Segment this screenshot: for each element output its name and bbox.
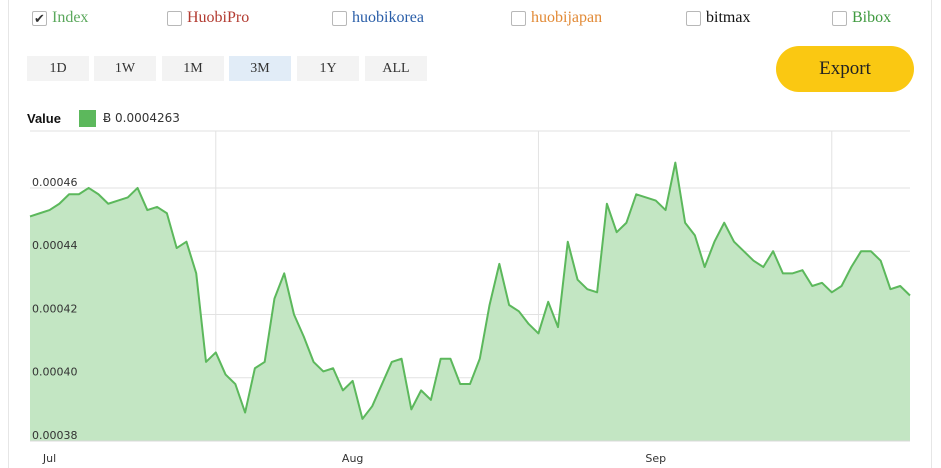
- value-area-chart: 0.00038 0.00040 0.00042 0.00044 0.00046 Jul Au…: [29, 130, 911, 465]
- y-tick-label: 0.00046: [32, 176, 78, 189]
- y-tick-label: 0.00044: [32, 239, 78, 252]
- series-area-fill: [30, 162, 910, 441]
- x-tick-label: Jul: [42, 452, 56, 465]
- y-tick-label: 0.00038: [32, 429, 78, 442]
- x-tick-label: Aug: [342, 452, 363, 465]
- y-tick-label: 0.00042: [32, 302, 78, 315]
- y-tick-label: 0.00040: [32, 366, 78, 379]
- x-tick-label: Sep: [645, 452, 666, 465]
